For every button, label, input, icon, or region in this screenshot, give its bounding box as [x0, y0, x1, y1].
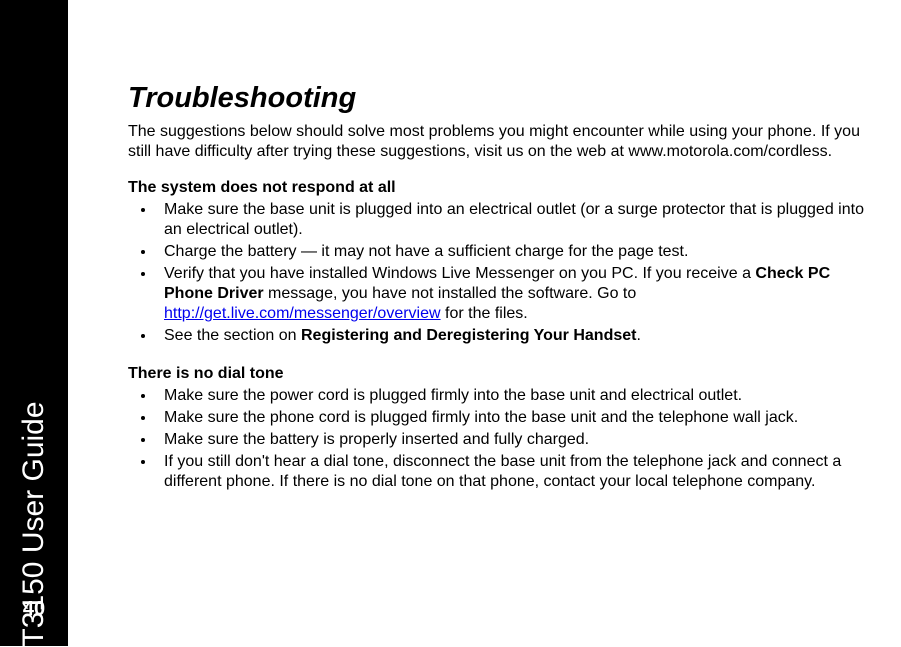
page-content: Troubleshooting The suggestions below sh… [128, 80, 868, 510]
list-item: Make sure the phone cord is plugged firm… [156, 408, 868, 428]
list-text: Make sure the phone cord is plugged firm… [164, 409, 798, 426]
list-item: Verify that you have installed Windows L… [156, 264, 868, 324]
section-heading: There is no dial tone [128, 364, 868, 384]
list-item: Make sure the base unit is plugged into … [156, 200, 868, 240]
list-text: Make sure the power cord is plugged firm… [164, 387, 742, 404]
list-bold: Registering and Deregistering Your Hands… [301, 327, 636, 344]
intro-paragraph: The suggestions below should solve most … [128, 122, 868, 162]
list-item: Make sure the power cord is plugged firm… [156, 386, 868, 406]
list-text: Verify that you have installed Windows L… [164, 265, 755, 282]
list-text: . [636, 327, 640, 344]
list-text: See the section on [164, 327, 301, 344]
bullet-list: Make sure the power cord is plugged firm… [128, 386, 868, 492]
list-text: Charge the battery — it may not have a s… [164, 243, 688, 260]
bullet-list: Make sure the base unit is plugged into … [128, 200, 868, 346]
list-item: See the section on Registering and Dereg… [156, 326, 868, 346]
list-text: message, you have not installed the soft… [264, 285, 637, 302]
list-item: Make sure the battery is properly insert… [156, 430, 868, 450]
list-link[interactable]: http://get.live.com/messenger/overview [164, 305, 441, 322]
list-item: If you still don't hear a dial tone, dis… [156, 452, 868, 492]
page-number: 40 [0, 598, 68, 621]
list-text: Make sure the battery is properly insert… [164, 431, 589, 448]
section-heading: The system does not respond at all [128, 178, 868, 198]
sidebar: T3150 User Guide 40 [0, 0, 68, 646]
list-text: Make sure the base unit is plugged into … [164, 201, 864, 238]
list-text: If you still don't hear a dial tone, dis… [164, 453, 841, 490]
list-text: for the files. [441, 305, 528, 322]
page-title: Troubleshooting [128, 80, 868, 116]
list-item: Charge the battery — it may not have a s… [156, 242, 868, 262]
